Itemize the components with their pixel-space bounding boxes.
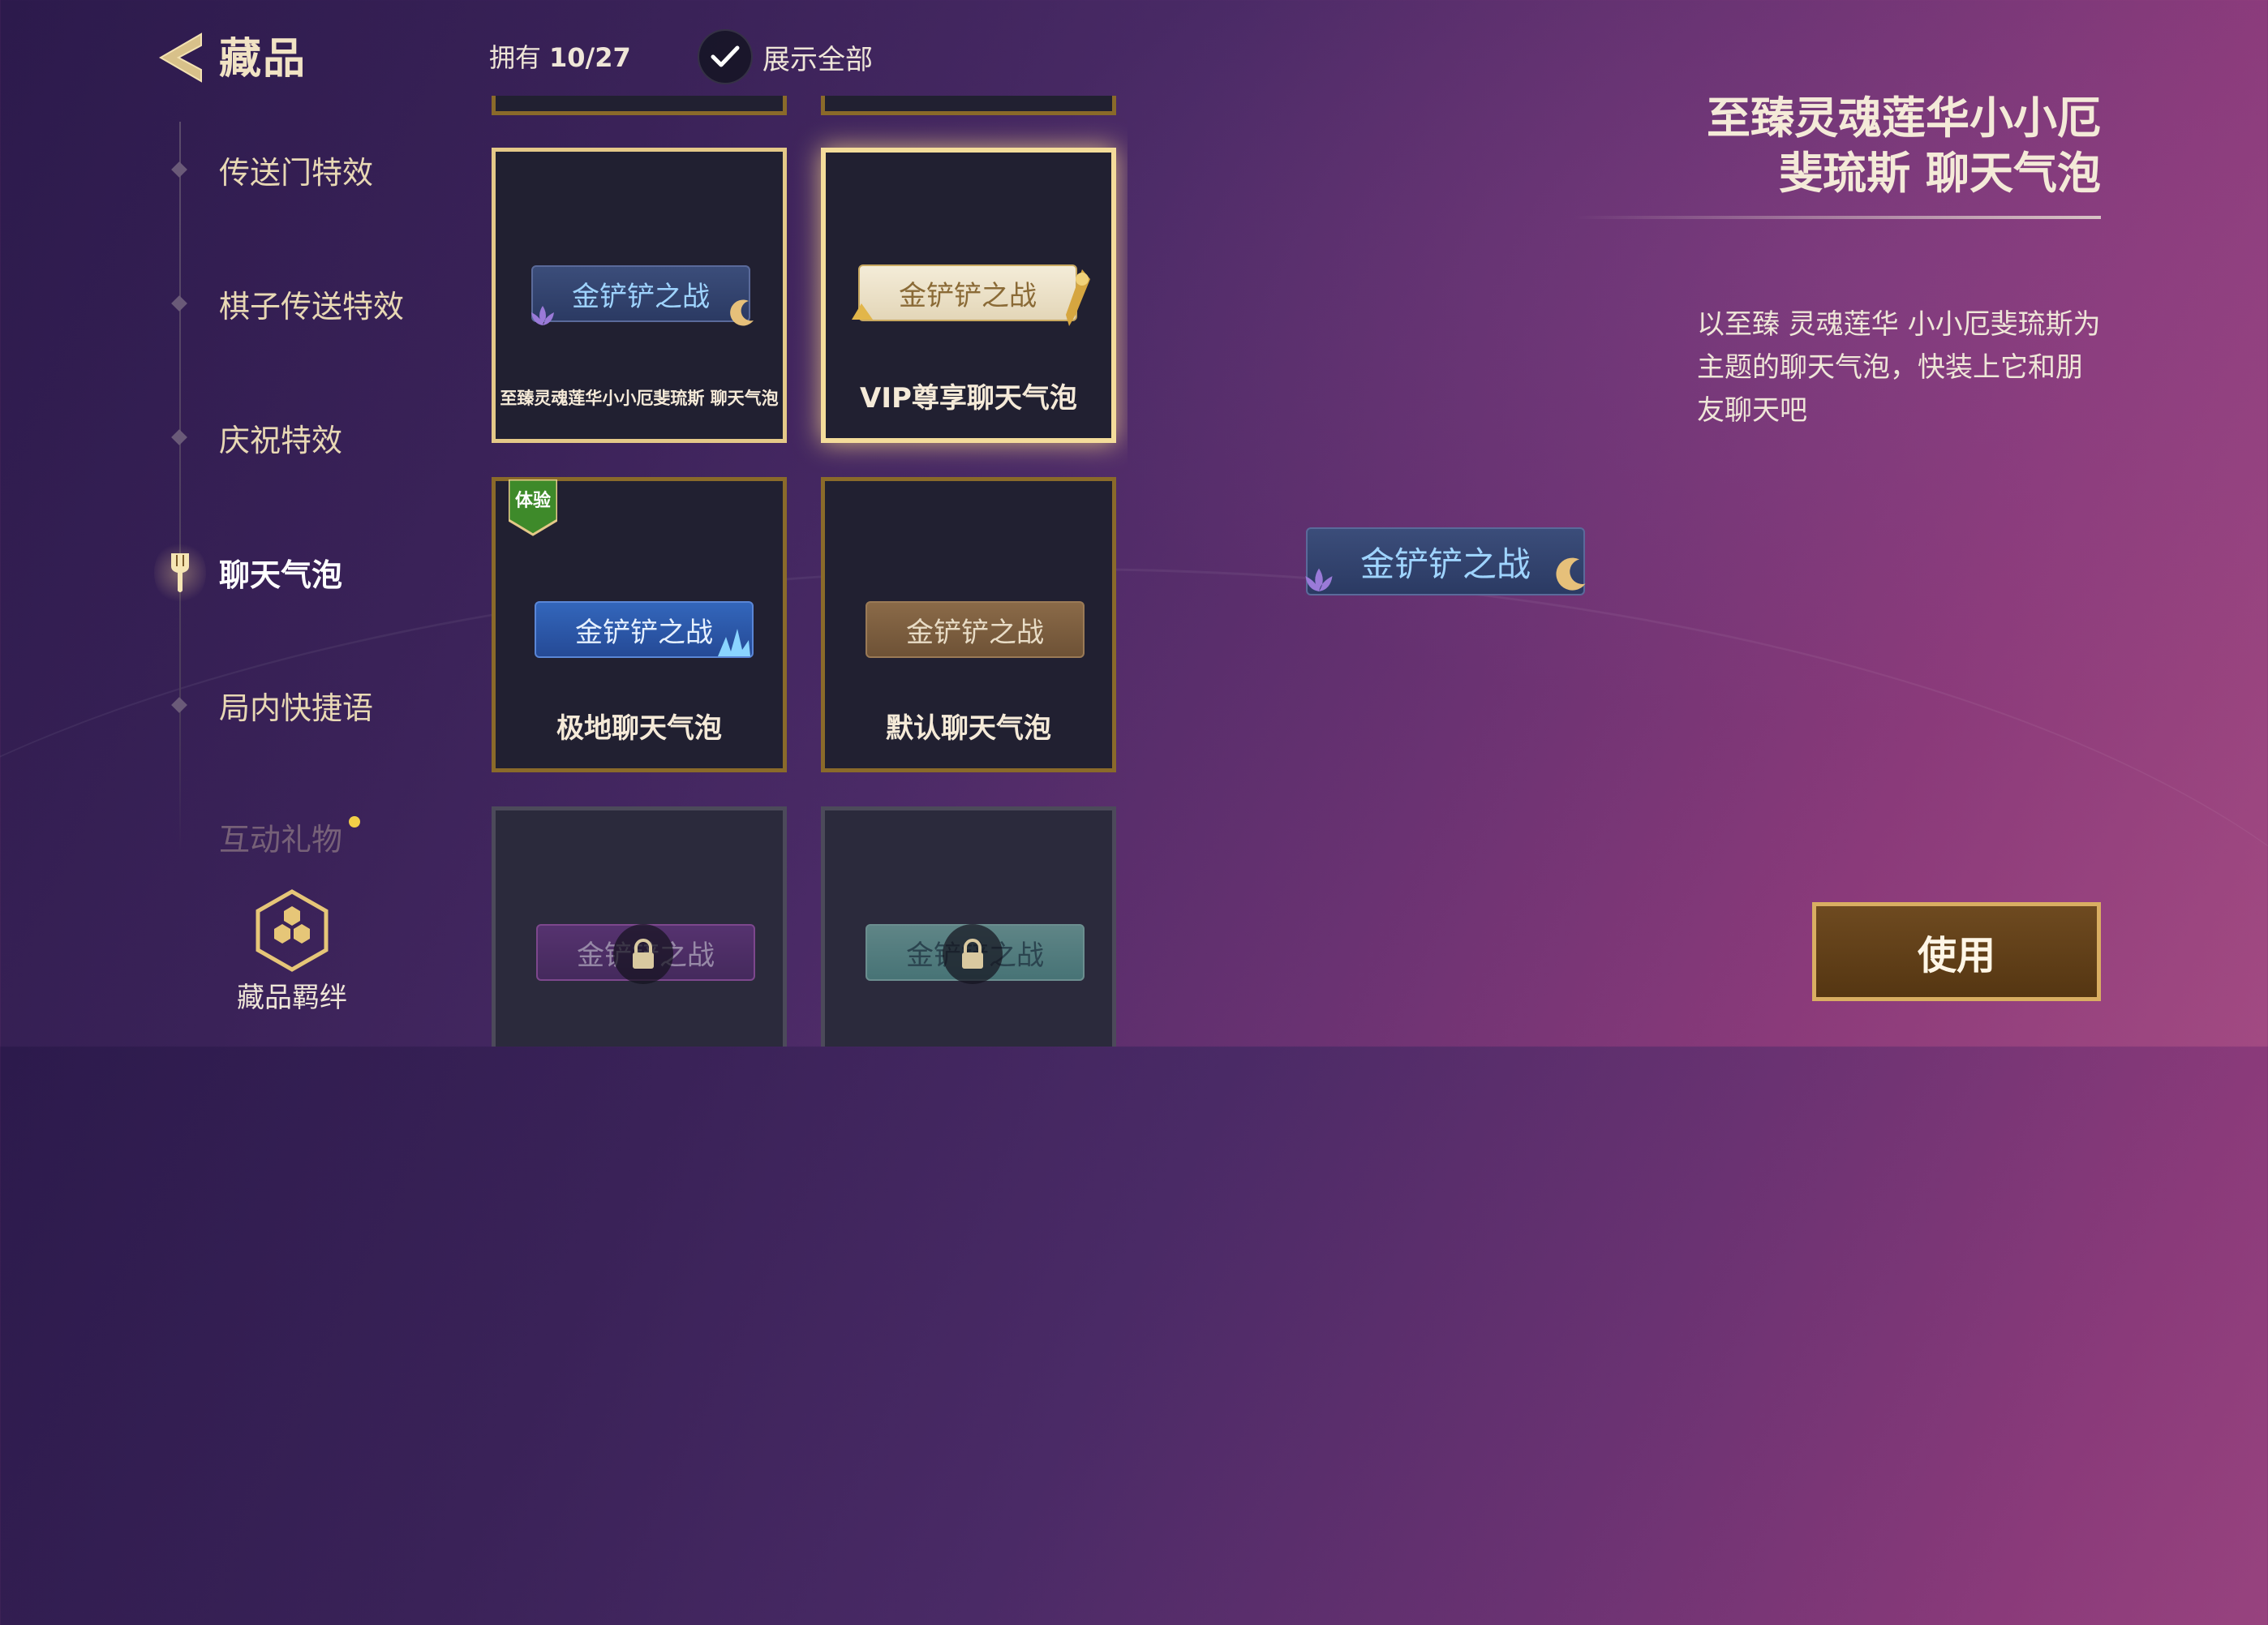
sidebar-timeline <box>179 122 181 852</box>
sidebar-item-chat-bubbles[interactable]: 聊天气泡 <box>219 550 342 595</box>
collection-bond-label[interactable]: 藏品羁绊 <box>237 975 347 1015</box>
owned-label: 拥有 <box>489 42 542 73</box>
trial-badge-label: 体验 <box>514 491 551 511</box>
item-title-line2: 斐琉斯 聊天气泡 <box>1779 148 2101 199</box>
chat-bubble-preview: 金铲铲之战 <box>866 601 1085 658</box>
collection-bond-icon[interactable] <box>253 888 331 973</box>
new-indicator-dot <box>349 816 360 828</box>
trial-badge: 体验 <box>507 478 559 536</box>
show-all-checkbox[interactable] <box>698 29 753 84</box>
sidebar-item-celebration[interactable]: 庆祝特效 <box>219 415 342 460</box>
collection-card-locked[interactable]: 金铲铲之战 <box>492 806 787 1047</box>
card-name: 至臻灵魂莲华小小厄斐琉斯 聊天气泡 <box>500 389 779 408</box>
title-divider <box>1574 216 2101 219</box>
nav-dot <box>171 161 187 178</box>
lock-icon <box>613 924 673 984</box>
collection-card[interactable]: 金铲铲之战 至臻灵魂莲华小小厄斐琉斯 聊天气泡 <box>492 148 787 443</box>
large-bubble-preview: 金铲铲之战 <box>1306 527 1585 595</box>
nav-dot <box>171 429 187 445</box>
collection-card[interactable]: 体验 金铲铲之战 极地聊天气泡 <box>492 477 787 772</box>
lock-icon <box>943 924 1003 984</box>
item-title: 至臻灵魂莲华小小厄 斐琉斯 聊天气泡 <box>1371 91 2101 201</box>
back-arrow-icon[interactable] <box>154 29 211 86</box>
sidebar-item-interactive-gifts[interactable]: 互动礼物 <box>219 815 342 859</box>
sidebar-item-quick-phrases[interactable]: 局内快捷语 <box>219 683 373 728</box>
key-ornament-icon <box>1066 269 1090 326</box>
moon-icon <box>730 299 754 326</box>
collection-card-locked[interactable]: 金铲铲之战 <box>821 806 1116 1047</box>
card-name: 极地聊天气泡 <box>556 712 722 745</box>
ice-crystal-icon <box>718 629 750 656</box>
item-title-line1: 至臻灵魂莲华小小厄 <box>1707 92 2101 144</box>
page-title: 藏品 <box>219 35 307 84</box>
moon-icon <box>1556 557 1586 591</box>
collection-card[interactable]: 金铲铲之战 默认聊天气泡 <box>821 477 1116 772</box>
collection-grid: 金铲铲之战 至臻灵魂莲华小小厄斐琉斯 聊天气泡 金铲铲之战 VIP尊享聊天气泡 … <box>487 81 1128 1047</box>
lotus-icon <box>531 306 554 325</box>
chat-bubble-preview: 金铲铲之战 <box>531 265 750 322</box>
card-name: VIP尊享聊天气泡 <box>860 382 1077 415</box>
item-description: 以至臻 灵魂莲华 小小厄斐琉斯为主题的聊天气泡，快装上它和朋友聊天吧 <box>1697 308 2101 427</box>
nav-dot <box>171 295 187 312</box>
owned-count-label: 拥有 10/27 <box>489 37 631 75</box>
check-icon <box>711 45 740 67</box>
show-all-label[interactable]: 展示全部 <box>762 37 873 77</box>
gold-ornament-icon <box>852 303 873 320</box>
chat-bubble-category-icon <box>154 540 206 605</box>
collection-card-selected[interactable]: 金铲铲之战 VIP尊享聊天气泡 <box>821 148 1116 443</box>
owned-count: 10/27 <box>549 42 631 73</box>
nav-dot <box>171 697 187 713</box>
lotus-icon <box>1305 568 1333 591</box>
use-button[interactable]: 使用 <box>1812 902 2101 1001</box>
card-name: 默认聊天气泡 <box>886 712 1051 745</box>
sidebar-item-piece-teleport[interactable]: 棋子传送特效 <box>219 282 404 326</box>
sidebar-item-portal-effects[interactable]: 传送门特效 <box>219 148 373 192</box>
chat-bubble-preview: 金铲铲之战 <box>858 264 1077 321</box>
